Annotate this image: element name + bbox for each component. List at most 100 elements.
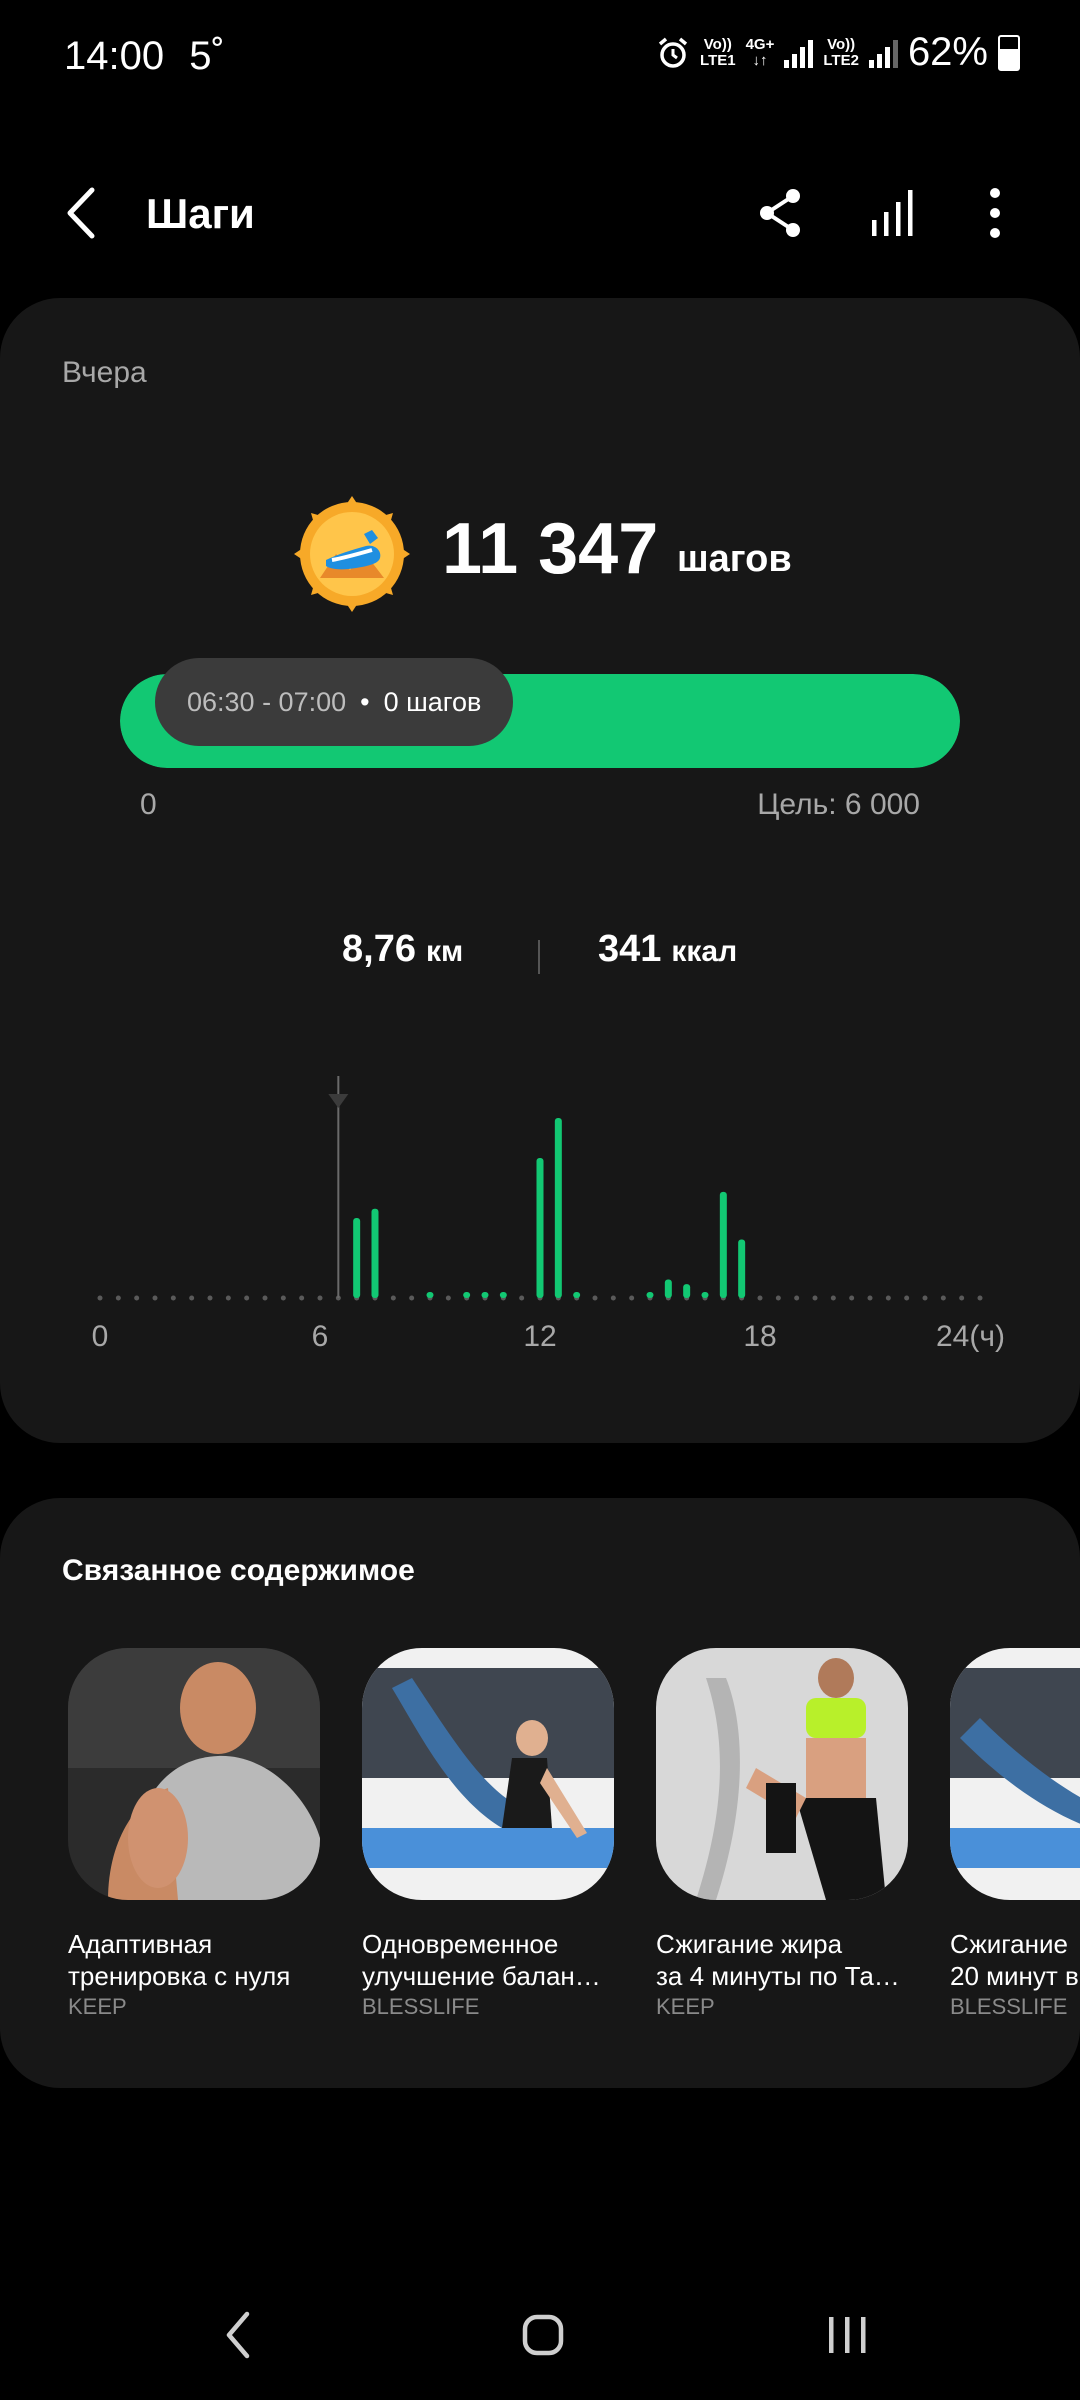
related-item[interactable]: Адаптивная тренировка с нуля KEEP	[68, 1648, 320, 2020]
goal-achieved-medal-icon	[294, 496, 410, 612]
battery-icon	[998, 34, 1020, 71]
home-icon	[522, 2314, 564, 2356]
chart-baseline-dot	[849, 1295, 855, 1301]
chart-baseline-dot	[830, 1295, 836, 1301]
chart-baseline-dot	[867, 1295, 873, 1301]
chart-bar[interactable]	[426, 1292, 434, 1298]
workout-thumbnail	[68, 1648, 320, 1900]
bar-chart-icon	[872, 190, 913, 236]
workout-thumbnail	[950, 1648, 1080, 1900]
related-item-title-line2: тренировка с нуля	[68, 1961, 291, 1991]
chart-baseline-dot	[959, 1295, 965, 1301]
related-item-source: BLESSLIFE	[362, 1994, 480, 2019]
tooltip-bullet: •	[360, 686, 370, 717]
chart-baseline-dot	[207, 1295, 213, 1301]
nav-home-button[interactable]	[508, 2300, 578, 2370]
chart-bar[interactable]	[738, 1239, 746, 1298]
chart-bar[interactable]	[499, 1292, 507, 1298]
related-content-title: Связанное содержимое	[62, 1554, 415, 1587]
related-item-source: KEEP	[656, 1994, 715, 2019]
chart-baseline-dot	[115, 1295, 121, 1301]
chart-bar[interactable]	[371, 1208, 379, 1298]
chart-baseline-dot	[409, 1295, 415, 1301]
chart-bar[interactable]	[701, 1292, 709, 1298]
related-item[interactable]: Сжигание 20 минут в BLESSLIFE	[950, 1648, 1080, 2020]
calories-unit: ккал	[671, 935, 738, 968]
distance-unit: км	[425, 935, 464, 968]
signal-icon	[868, 38, 898, 68]
sim1-indicator: Vo)) LTE1	[700, 35, 736, 69]
more-options-button[interactable]	[960, 178, 1030, 248]
chart-bar[interactable]	[664, 1279, 672, 1298]
chart-baseline-dot	[262, 1295, 268, 1301]
steps-summary-card: Вчера 11 347 шагов 0 Цель: 6 000 8,76 км	[0, 298, 1080, 1443]
steps-unit: шагов	[677, 538, 792, 580]
distance-value: 8,76	[342, 928, 416, 970]
alarm-icon	[658, 37, 688, 68]
chart-bar[interactable]	[353, 1218, 361, 1298]
chart-bar[interactable]	[573, 1292, 581, 1298]
steps-count: 11 347	[442, 509, 659, 589]
stats-divider	[538, 940, 540, 974]
related-item-title-line2: улучшение балан…	[362, 1961, 601, 1991]
chart-baseline-dot	[977, 1295, 983, 1301]
related-item-source: BLESSLIFE	[950, 1994, 1068, 2019]
related-item-title-line1: Сжигание	[950, 1929, 1068, 1959]
chart-baseline-dot	[244, 1295, 250, 1301]
goal-label: Цель: 6 000	[757, 788, 920, 821]
chart-baseline-dot	[885, 1295, 891, 1301]
chart-baseline-dot	[390, 1295, 396, 1301]
chart-baseline-dot	[519, 1295, 525, 1301]
back-icon	[226, 2311, 250, 2359]
chart-x-tick-label: 24(ч)	[936, 1320, 1005, 1353]
chart-x-tick-label: 0	[92, 1320, 109, 1353]
related-item[interactable]: Одновременное улучшение балан… BLESSLIFE	[362, 1648, 614, 2020]
chart-bar[interactable]	[554, 1118, 562, 1298]
chart-baseline-dot	[940, 1295, 946, 1301]
distance-stat: 8,76 км	[342, 928, 463, 971]
chart-tooltip: 06:30 - 07:00 • 0 шагов	[155, 658, 514, 746]
trends-button[interactable]	[858, 178, 928, 248]
chart-bar[interactable]	[536, 1158, 544, 1298]
stats-row: 8,76 км 341 ккал	[0, 928, 1080, 988]
chart-baseline-dot	[97, 1295, 103, 1301]
chart-baseline-dot	[812, 1295, 818, 1301]
related-item-title-line2: за 4 минуты по Та…	[656, 1961, 900, 1991]
signal-icon	[784, 38, 814, 68]
related-item-source: KEEP	[68, 1994, 127, 2019]
page-title: Шаги	[146, 190, 255, 237]
chart-baseline-dot	[225, 1295, 231, 1301]
status-temperature: 5˚	[189, 34, 225, 78]
related-item-title-line1: Адаптивная	[68, 1929, 213, 1959]
chart-bar[interactable]	[719, 1191, 727, 1298]
hourly-steps-chart[interactable]: 0 6 12 18 24(ч)	[0, 998, 1080, 1418]
chart-bar[interactable]	[463, 1292, 471, 1298]
chart-baseline-dot	[280, 1295, 286, 1301]
share-icon	[760, 189, 800, 237]
recents-icon	[829, 2317, 866, 2353]
nav-recents-button[interactable]	[812, 2300, 882, 2370]
chart-baseline-dot	[134, 1295, 140, 1301]
chart-baseline-dot	[170, 1295, 176, 1301]
chart-bar[interactable]	[481, 1292, 489, 1298]
navigation-bar	[0, 2290, 1080, 2380]
network-indicator: 4G+ ↓↑	[745, 35, 775, 69]
back-button[interactable]	[50, 178, 120, 248]
chart-baseline-dot	[757, 1295, 763, 1301]
related-item-title-line1: Сжигание жира	[656, 1929, 843, 1959]
related-item[interactable]: Сжигание жира за 4 минуты по Та… KEEP	[656, 1648, 908, 2020]
sim2-indicator: Vo)) LTE2	[823, 35, 859, 69]
chart-baseline-dot	[592, 1295, 598, 1301]
more-vertical-icon	[990, 188, 1000, 238]
chart-bar[interactable]	[646, 1292, 654, 1298]
status-bar: 14:00 5˚ Vo)) LTE1 4G+ ↓↑ Vo)) LTE2 62%	[0, 0, 1080, 120]
chart-bar[interactable]	[683, 1284, 691, 1298]
related-content-card: Связанное содержимое Адаптивная трениров…	[0, 1498, 1080, 2088]
chart-baseline-dot	[189, 1295, 195, 1301]
chart-baseline-dot	[629, 1295, 635, 1301]
chart-baseline-dot	[794, 1295, 800, 1301]
related-item-title-line1: Одновременное	[362, 1929, 559, 1959]
tooltip-time-range: 06:30 - 07:00	[187, 686, 347, 717]
share-button[interactable]	[745, 178, 815, 248]
nav-back-button[interactable]	[205, 2300, 275, 2370]
